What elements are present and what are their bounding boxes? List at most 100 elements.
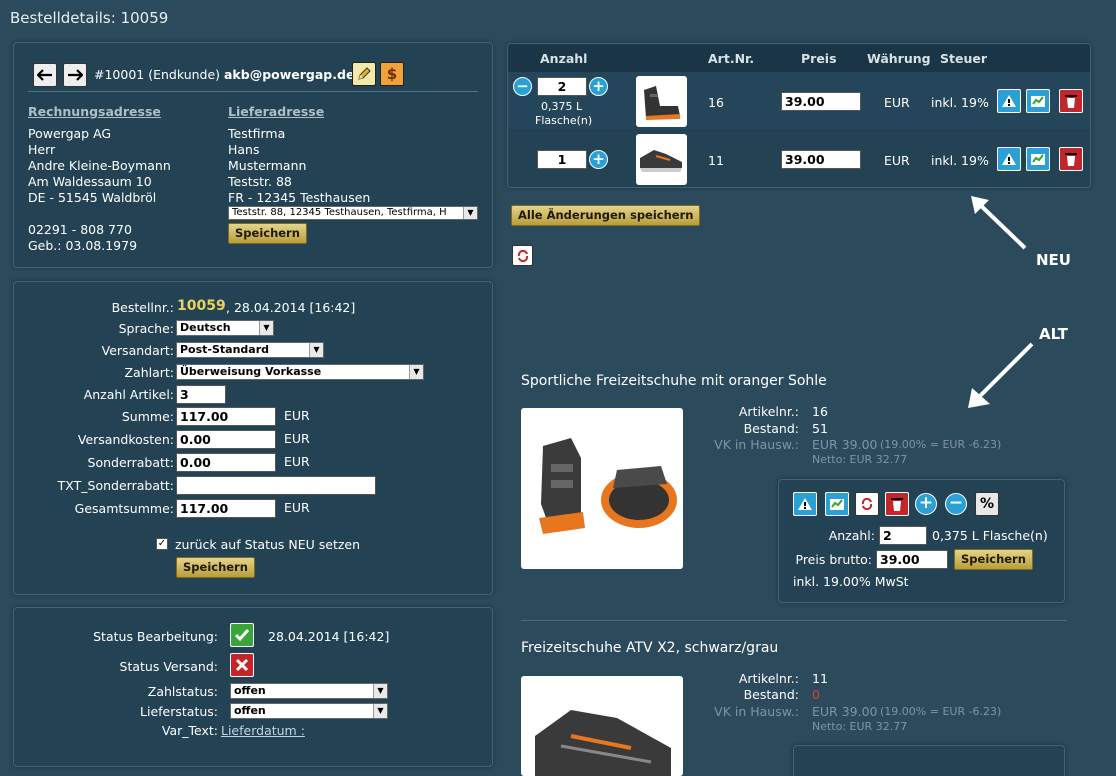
stock-label: Bestand: bbox=[743, 421, 799, 436]
arrow-annotation-new bbox=[971, 196, 1027, 250]
trash-icon[interactable] bbox=[1059, 147, 1083, 171]
col-currency: Währung bbox=[867, 51, 931, 66]
var-text-label: Var_Text: bbox=[161, 723, 218, 738]
refresh-icon[interactable] bbox=[512, 245, 533, 266]
total-input[interactable]: 117.00 bbox=[176, 499, 276, 518]
product-title: Freizeitschuhe ATV X2, schwarz/grau bbox=[521, 640, 779, 656]
payment-status-value: offen bbox=[234, 684, 266, 697]
warning-icon[interactable] bbox=[997, 89, 1021, 113]
shipping-line: Testfirma bbox=[228, 126, 286, 141]
refresh-icon[interactable] bbox=[855, 492, 879, 516]
sum-label: Summe: bbox=[121, 409, 174, 424]
language-value: Deutsch bbox=[180, 321, 231, 334]
save-price-button[interactable]: Speichern bbox=[954, 549, 1033, 570]
shipping-cost-input[interactable]: 0.00 bbox=[176, 430, 276, 449]
minus-icon[interactable]: − bbox=[945, 493, 967, 515]
arrow-left-icon[interactable] bbox=[33, 63, 57, 87]
total-currency: EUR bbox=[284, 500, 310, 515]
save-all-changes-button[interactable]: Alle Änderungen speichern bbox=[511, 205, 701, 226]
discount-label: Sonderrabatt: bbox=[87, 455, 174, 470]
cart-unit: 0,375 L bbox=[541, 100, 583, 113]
payment-status-select[interactable]: offen ▼ bbox=[230, 683, 388, 699]
billing-line: Andre Kleine-Boymann bbox=[28, 158, 171, 173]
reset-status-checkbox[interactable]: ✓ bbox=[156, 538, 168, 550]
cart-header bbox=[508, 44, 1090, 72]
shipping-method-label: Versandart: bbox=[101, 343, 174, 358]
plus-icon[interactable]: + bbox=[915, 493, 937, 515]
product-thumbnail[interactable] bbox=[636, 134, 687, 185]
arrow-right-icon[interactable] bbox=[63, 63, 87, 87]
divider bbox=[28, 91, 478, 92]
article-count-input[interactable]: 3 bbox=[176, 385, 226, 404]
order-number: 10059 bbox=[177, 298, 226, 314]
chevron-down-icon: ▼ bbox=[259, 321, 273, 335]
stock-value: 51 bbox=[812, 421, 828, 436]
artnr-value: 16 bbox=[812, 404, 828, 419]
vk-note: (19.00% = EUR -6.23) bbox=[880, 438, 1002, 451]
stock-chart-icon[interactable] bbox=[1026, 89, 1050, 113]
delivery-date-link[interactable]: Lieferdatum : bbox=[221, 723, 305, 738]
billing-heading[interactable]: Rechnungsadresse bbox=[28, 104, 161, 119]
product-edit-panel bbox=[793, 745, 1065, 776]
edit-pencil-icon[interactable] bbox=[352, 62, 376, 86]
product-image[interactable] bbox=[521, 676, 683, 776]
cross-icon[interactable] bbox=[230, 653, 254, 677]
delivery-status-label: Lieferstatus: bbox=[140, 704, 218, 719]
qty-input[interactable]: 2 bbox=[879, 526, 927, 545]
customer-birthday: Geb.: 03.08.1979 bbox=[28, 238, 138, 253]
cart-price-input[interactable]: 39.00 bbox=[781, 150, 861, 169]
address-select-value: Teststr. 88, 12345 Testhausen, Testfirma… bbox=[232, 207, 447, 218]
artnr-label: Artikelnr.: bbox=[738, 671, 799, 686]
col-artnr: Art.Nr. bbox=[708, 51, 755, 66]
money-icon[interactable]: $ bbox=[380, 62, 404, 86]
discount-input[interactable]: 0.00 bbox=[176, 453, 276, 472]
cart-qty-input[interactable]: 2 bbox=[537, 77, 587, 96]
order-panel: Bestellnr.: 10059 , 28.04.2014 [16:42] S… bbox=[13, 281, 493, 595]
checkmark-icon[interactable] bbox=[230, 623, 254, 647]
chevron-down-icon: ▼ bbox=[373, 684, 387, 698]
address-select[interactable]: Teststr. 88, 12345 Testhausen, Testfirma… bbox=[228, 206, 478, 220]
shipping-method-select[interactable]: Post-Standard ▼ bbox=[176, 342, 324, 358]
shipping-line: FR - 12345 Testhausen bbox=[228, 190, 371, 205]
billing-line: Herr bbox=[28, 142, 56, 157]
delivery-status-select[interactable]: offen ▼ bbox=[230, 703, 388, 719]
trash-icon[interactable] bbox=[885, 492, 909, 516]
save-address-button[interactable]: Speichern bbox=[228, 223, 307, 244]
sum-input[interactable]: 117.00 bbox=[176, 407, 276, 426]
cart-qty-input[interactable]: 1 bbox=[537, 150, 587, 169]
vk-label: VK in Hausw.: bbox=[714, 704, 799, 719]
divider bbox=[521, 620, 1067, 621]
chevron-down-icon: ▼ bbox=[463, 207, 477, 219]
sum-currency: EUR bbox=[284, 408, 310, 423]
cart-price-input[interactable]: 39.00 bbox=[781, 92, 861, 111]
product-image[interactable] bbox=[521, 408, 683, 569]
shipping-line: Teststr. 88 bbox=[228, 174, 292, 189]
trash-icon[interactable] bbox=[1059, 89, 1083, 113]
vk-value: EUR 39.00 bbox=[812, 704, 878, 719]
txt-discount-label: TXT_Sonderrabatt: bbox=[57, 478, 174, 493]
save-order-button[interactable]: Speichern bbox=[176, 557, 255, 578]
plus-icon[interactable]: + bbox=[589, 77, 608, 96]
percent-icon[interactable]: % bbox=[975, 492, 999, 516]
txt-discount-input[interactable] bbox=[176, 476, 376, 495]
product-thumbnail[interactable] bbox=[636, 76, 687, 127]
reset-status-label: zurück auf Status NEU setzen bbox=[175, 537, 361, 552]
payment-select[interactable]: Überweisung Vorkasse ▼ bbox=[176, 364, 424, 380]
price-input[interactable]: 39.00 bbox=[876, 550, 948, 569]
warning-icon[interactable] bbox=[793, 492, 817, 516]
stock-chart-icon[interactable] bbox=[1026, 147, 1050, 171]
cart-unit2: Flasche(n) bbox=[535, 114, 593, 127]
minus-icon[interactable]: − bbox=[513, 77, 532, 96]
stock-value: 0 bbox=[812, 687, 820, 702]
shipping-heading[interactable]: Lieferadresse bbox=[228, 104, 324, 119]
order-number-label: Bestellnr.: bbox=[111, 300, 174, 315]
annotation-new: NEU bbox=[1036, 251, 1071, 269]
language-select[interactable]: Deutsch ▼ bbox=[176, 320, 274, 336]
stock-chart-icon[interactable] bbox=[825, 492, 849, 516]
customer-email[interactable]: akb@powergap.de bbox=[224, 67, 354, 82]
page-title: Bestelldetails: 10059 bbox=[10, 9, 169, 27]
plus-icon[interactable]: + bbox=[589, 150, 608, 169]
cart-row: 1 + 11 39.00 EUR inkl. 19% bbox=[508, 131, 1090, 187]
vk-value: EUR 39.00 bbox=[812, 437, 878, 452]
warning-icon[interactable] bbox=[997, 147, 1021, 171]
